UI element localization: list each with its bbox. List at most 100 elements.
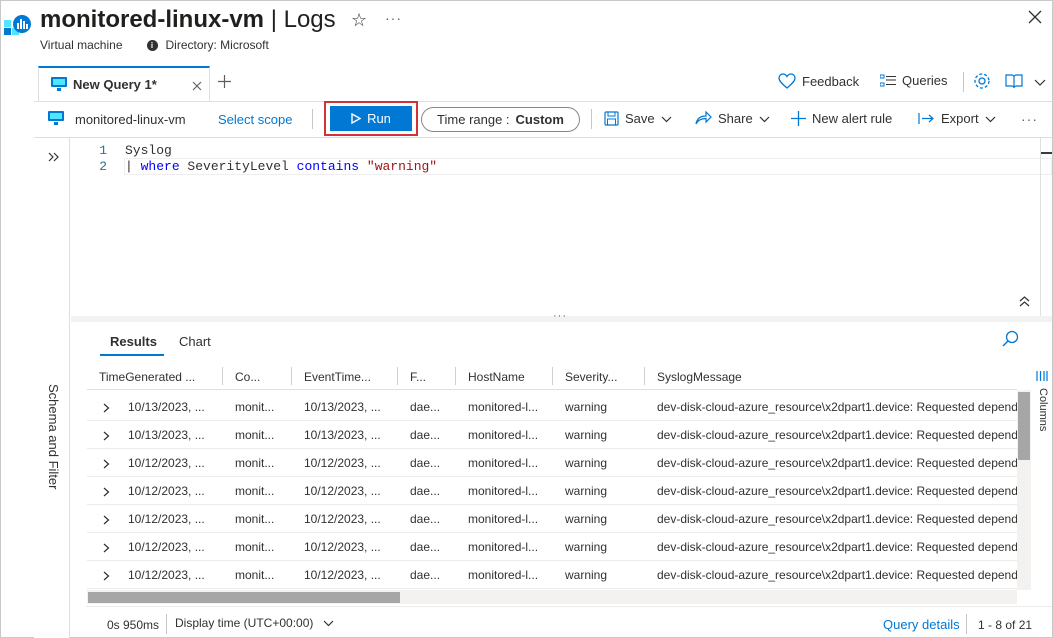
table-row[interactable]: 10/12/2023, ... monit... 10/12/2023, ... da… [87, 449, 1017, 477]
table-cell: monit... [235, 400, 275, 414]
table-cell: dae... [410, 428, 441, 442]
save-button[interactable]: Save [604, 111, 672, 126]
column-divider[interactable] [222, 367, 223, 385]
schema-filter-label: Schema and Filter [46, 384, 61, 490]
tab-new-query-1[interactable]: New Query 1* [38, 66, 210, 101]
info-icon: i [146, 39, 158, 51]
column-divider[interactable] [455, 367, 456, 385]
schema-filter-panel[interactable]: Schema and Filter [34, 138, 70, 638]
query-details-link[interactable]: Query details [883, 617, 960, 632]
column-header-facility[interactable]: F... [410, 370, 426, 384]
table-cell: monit... [235, 428, 275, 442]
collapse-editor-icon[interactable] [1019, 296, 1030, 311]
run-button[interactable]: Run [330, 106, 412, 131]
more-options-icon[interactable]: ··· [385, 10, 402, 26]
table-cell: 10/12/2023, ... [304, 540, 381, 554]
close-icon[interactable] [1028, 10, 1042, 27]
tab-results-label: Results [110, 334, 157, 349]
divider [963, 72, 964, 92]
column-divider[interactable] [644, 367, 645, 385]
expand-double-chevron-icon[interactable] [48, 150, 59, 165]
select-scope-link[interactable]: Select scope [218, 112, 292, 127]
expand-row-chevron-icon[interactable] [103, 514, 110, 528]
new-alert-rule-button[interactable]: New alert rule [791, 111, 892, 126]
expand-row-chevron-icon[interactable] [103, 430, 110, 444]
column-divider[interactable] [397, 367, 398, 385]
tab-chart[interactable]: Chart [179, 334, 211, 349]
table-row[interactable]: 10/12/2023, ... monit... 10/12/2023, ... da… [87, 477, 1017, 505]
settings-gear-icon[interactable] [973, 72, 991, 93]
table-cell: monit... [235, 484, 275, 498]
line-number: 2 [99, 159, 107, 174]
column-header-eventtime[interactable]: EventTime... [304, 370, 371, 384]
scrollbar-thumb[interactable] [1018, 392, 1030, 460]
column-header-computer[interactable]: Co... [235, 370, 260, 384]
table-cell: warning [565, 484, 608, 498]
divider [166, 614, 167, 634]
time-range-button[interactable]: Time range : Custom [421, 107, 580, 132]
expand-row-chevron-icon[interactable] [103, 486, 110, 500]
book-icon[interactable] [1005, 73, 1023, 92]
table-cell: monit... [235, 456, 275, 470]
column-divider[interactable] [552, 367, 553, 385]
table-cell: dev-disk-cloud-azure_resource\x2dpart1.d… [657, 484, 1017, 498]
editor-scrollbar[interactable] [1040, 138, 1052, 316]
results-search-icon[interactable] [1002, 330, 1019, 350]
columns-panel-tab[interactable]: Columns [1031, 362, 1052, 442]
plus-icon [791, 111, 806, 126]
tab-results[interactable]: Results [100, 328, 164, 356]
column-header-timegenerated[interactable]: TimeGenerated ... [99, 370, 195, 384]
table-cell: 10/12/2023, ... [128, 512, 205, 526]
column-header-severity[interactable]: Severity... [565, 370, 617, 384]
share-button[interactable]: Share [695, 111, 770, 126]
resource-name: monitored-linux-vm [40, 6, 265, 33]
chevron-down-icon[interactable] [1034, 75, 1046, 90]
expand-row-chevron-icon[interactable] [103, 542, 110, 556]
export-button[interactable]: Export [918, 111, 996, 126]
code-string: "warning" [366, 159, 438, 174]
table-cell: 10/12/2023, ... [128, 456, 205, 470]
expand-row-chevron-icon[interactable] [103, 402, 110, 416]
table-row[interactable]: 10/12/2023, ... monit... 10/12/2023, ... da… [87, 533, 1017, 561]
expand-row-chevron-icon[interactable] [103, 570, 110, 584]
table-cell: 10/12/2023, ... [304, 484, 381, 498]
results-vertical-scrollbar[interactable] [1017, 390, 1031, 590]
table-cell: dev-disk-cloud-azure_resource\x2dpart1.d… [657, 540, 1017, 554]
query-tab-icon [51, 77, 67, 94]
table-row[interactable]: 10/12/2023, ... monit... 10/12/2023, ... da… [87, 505, 1017, 533]
table-cell: dae... [410, 568, 441, 582]
table-cell: dae... [410, 400, 441, 414]
table-row[interactable]: 10/12/2023, ... monit... 10/12/2023, ... da… [87, 561, 1017, 589]
scrollbar-thumb[interactable] [88, 592, 400, 603]
results-horizontal-scrollbar[interactable] [87, 590, 1017, 604]
table-row[interactable]: 10/13/2023, ... monit... 10/13/2023, ... da… [87, 393, 1017, 421]
table-cell: dev-disk-cloud-azure_resource\x2dpart1.d… [657, 456, 1017, 470]
code-keyword: contains [296, 159, 360, 174]
line-2: 2 | where SeverityLevel contains "warnin… [71, 159, 1052, 176]
column-header-hostname[interactable]: HostName [468, 370, 525, 384]
code-line-2: | where SeverityLevel contains "warning" [125, 159, 437, 176]
query-duration: 0s 950ms [107, 618, 160, 632]
directory-label: Directory: Microsoft [165, 38, 269, 52]
column-divider[interactable] [291, 367, 292, 385]
query-editor[interactable]: 1 Syslog 2 | where SeverityLevel contain… [71, 138, 1052, 316]
queries-button[interactable]: Queries [880, 73, 948, 88]
favorite-star-icon[interactable]: ☆ [351, 10, 367, 31]
expand-row-chevron-icon[interactable] [103, 458, 110, 472]
feedback-button[interactable]: Feedback [778, 73, 859, 89]
display-time-dropdown[interactable]: Display time (UTC+00:00) [175, 616, 334, 630]
table-cell: dae... [410, 456, 441, 470]
table-cell: 10/13/2023, ... [304, 428, 381, 442]
table-cell: monitored-l... [468, 540, 539, 554]
chevron-down-icon [661, 116, 672, 122]
editor-results-splitter[interactable]: ··· [71, 310, 1052, 322]
heart-icon [778, 73, 796, 89]
add-tab-icon[interactable] [218, 75, 231, 91]
table-row[interactable]: 10/13/2023, ... monit... 10/13/2023, ... da… [87, 421, 1017, 449]
column-header-syslogmessage[interactable]: SyslogMessage [657, 370, 742, 384]
table-cell: warning [565, 428, 608, 442]
scope-name: monitored-linux-vm [75, 112, 186, 127]
tab-close-icon[interactable] [192, 79, 202, 94]
toolbar-more-icon[interactable]: ··· [1021, 111, 1038, 127]
share-label: Share [718, 111, 753, 126]
